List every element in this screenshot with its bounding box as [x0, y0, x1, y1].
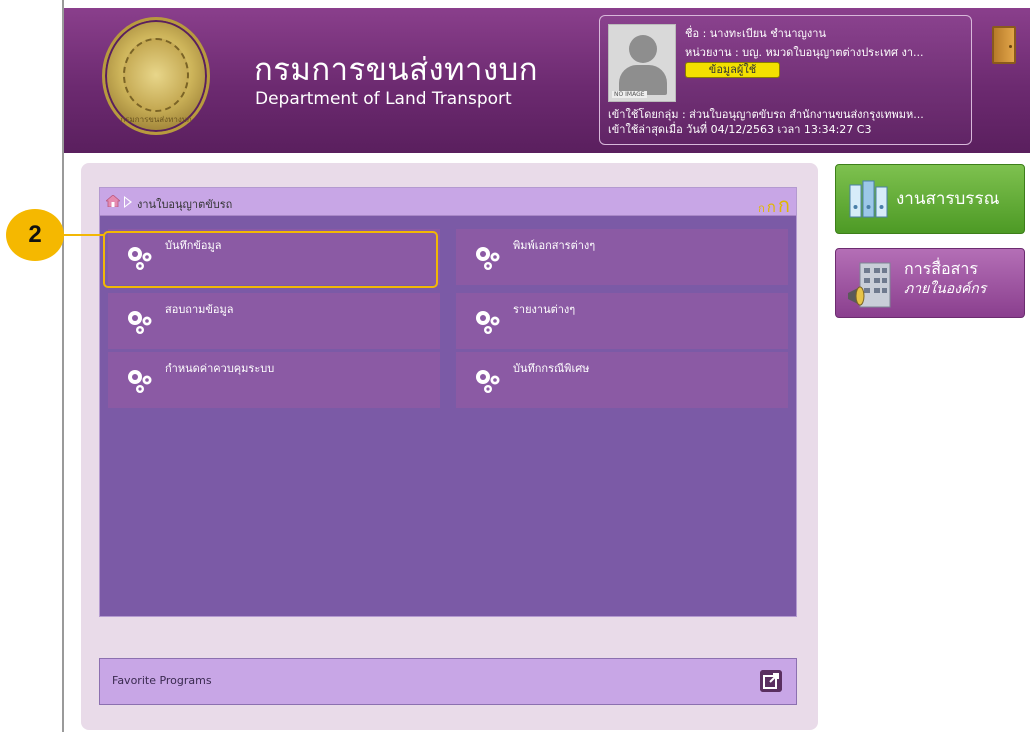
document-management-label: งานสารบรรณ [896, 189, 1000, 209]
favorite-programs-bar[interactable]: Favorite Programs [99, 658, 797, 705]
user-info-button[interactable]: ข้อมูลผู้ใช้ [685, 62, 780, 78]
callout-highlight-box [103, 231, 438, 288]
user-info-box: NO IMAGE ชื่อ : นางทะเบียน ชำนาญงาน หน่ว… [599, 15, 972, 145]
page: กรมการขนส่งทางบก กรมการขนส่งทางบก Depart… [0, 0, 1030, 732]
binders-icon [849, 180, 888, 218]
internal-communication-line2: ภายในองค์กร [904, 281, 987, 297]
avatar-head [629, 35, 657, 63]
internal-communication-button[interactable]: การสื่อสาร ภายในองค์กร [835, 248, 1025, 318]
menu-tile-print-documents[interactable]: พิมพ์เอกสารต่างๆ [456, 229, 788, 285]
menu-tile-label: พิมพ์เอกสารต่างๆ [513, 239, 596, 252]
menu-tile-reports[interactable]: รายงานต่างๆ [456, 293, 788, 349]
user-unit: หน่วยงาน : บญ. หมวดใบอนุญาตต่างประเทศ งา… [685, 46, 924, 59]
seal-emblem [123, 38, 189, 112]
user-name: ชื่อ : นางทะเบียน ชำนาญงาน [685, 27, 826, 40]
avatar: NO IMAGE [608, 24, 676, 102]
department-seal-logo: กรมการขนส่งทางบก [102, 17, 210, 135]
menu-tile-inquire-data[interactable]: สอบถามข้อมูล [108, 293, 440, 349]
header: กรมการขนส่งทางบก กรมการขนส่งทางบก Depart… [64, 8, 1030, 153]
logout-door-icon[interactable] [992, 26, 1016, 64]
font-size-large[interactable]: ก [778, 193, 790, 217]
callout-line [63, 234, 105, 236]
user-last-login: เข้าใช้ล่าสุดเมื่อ วันที่ 04/12/2563 เวล… [608, 123, 872, 136]
document-management-button[interactable]: งานสารบรรณ [835, 164, 1025, 234]
menu-tile-special-cases[interactable]: บันทึกกรณีพิเศษ [456, 352, 788, 408]
breadcrumb-arrow-icon [124, 196, 132, 208]
home-icon[interactable] [106, 195, 120, 207]
breadcrumb: งานใบอนุญาตขับรถ [137, 198, 233, 211]
menu-tile-system-settings[interactable]: กำหนดค่าควบคุมระบบ [108, 352, 440, 408]
logo-title-thai: กรมการขนส่งทางบก [254, 52, 539, 88]
font-size-selector: กกก [758, 189, 790, 221]
menu-tile-label: สอบถามข้อมูล [165, 303, 234, 316]
internal-communication-line1: การสื่อสาร [904, 259, 978, 278]
font-size-medium[interactable]: ก [767, 198, 776, 216]
gears-icon [128, 370, 152, 393]
callout-number-badge: 2 [6, 209, 64, 261]
internal-communication-label: การสื่อสาร ภายในองค์กร [904, 259, 986, 299]
gears-icon [128, 311, 152, 334]
gears-icon [476, 247, 500, 270]
gears-icon [476, 370, 500, 393]
menu-tile-label: กำหนดค่าควบคุมระบบ [165, 362, 275, 375]
avatar-tag: NO IMAGE [612, 91, 647, 98]
open-external-icon[interactable] [760, 670, 782, 692]
gears-icon [476, 311, 500, 334]
seal-text: กรมการขนส่งทางบก [120, 115, 192, 124]
logo-title-english: Department of Land Transport [255, 89, 512, 109]
menu-tile-label: รายงานต่างๆ [513, 303, 576, 316]
menu-tile-label: บันทึกกรณีพิเศษ [513, 362, 590, 375]
menu-title-bar: งานใบอนุญาตขับรถ กกก [100, 188, 796, 217]
favorite-programs-label: Favorite Programs [112, 674, 212, 687]
font-size-small[interactable]: ก [758, 202, 765, 215]
building-megaphone-icon [848, 262, 891, 308]
